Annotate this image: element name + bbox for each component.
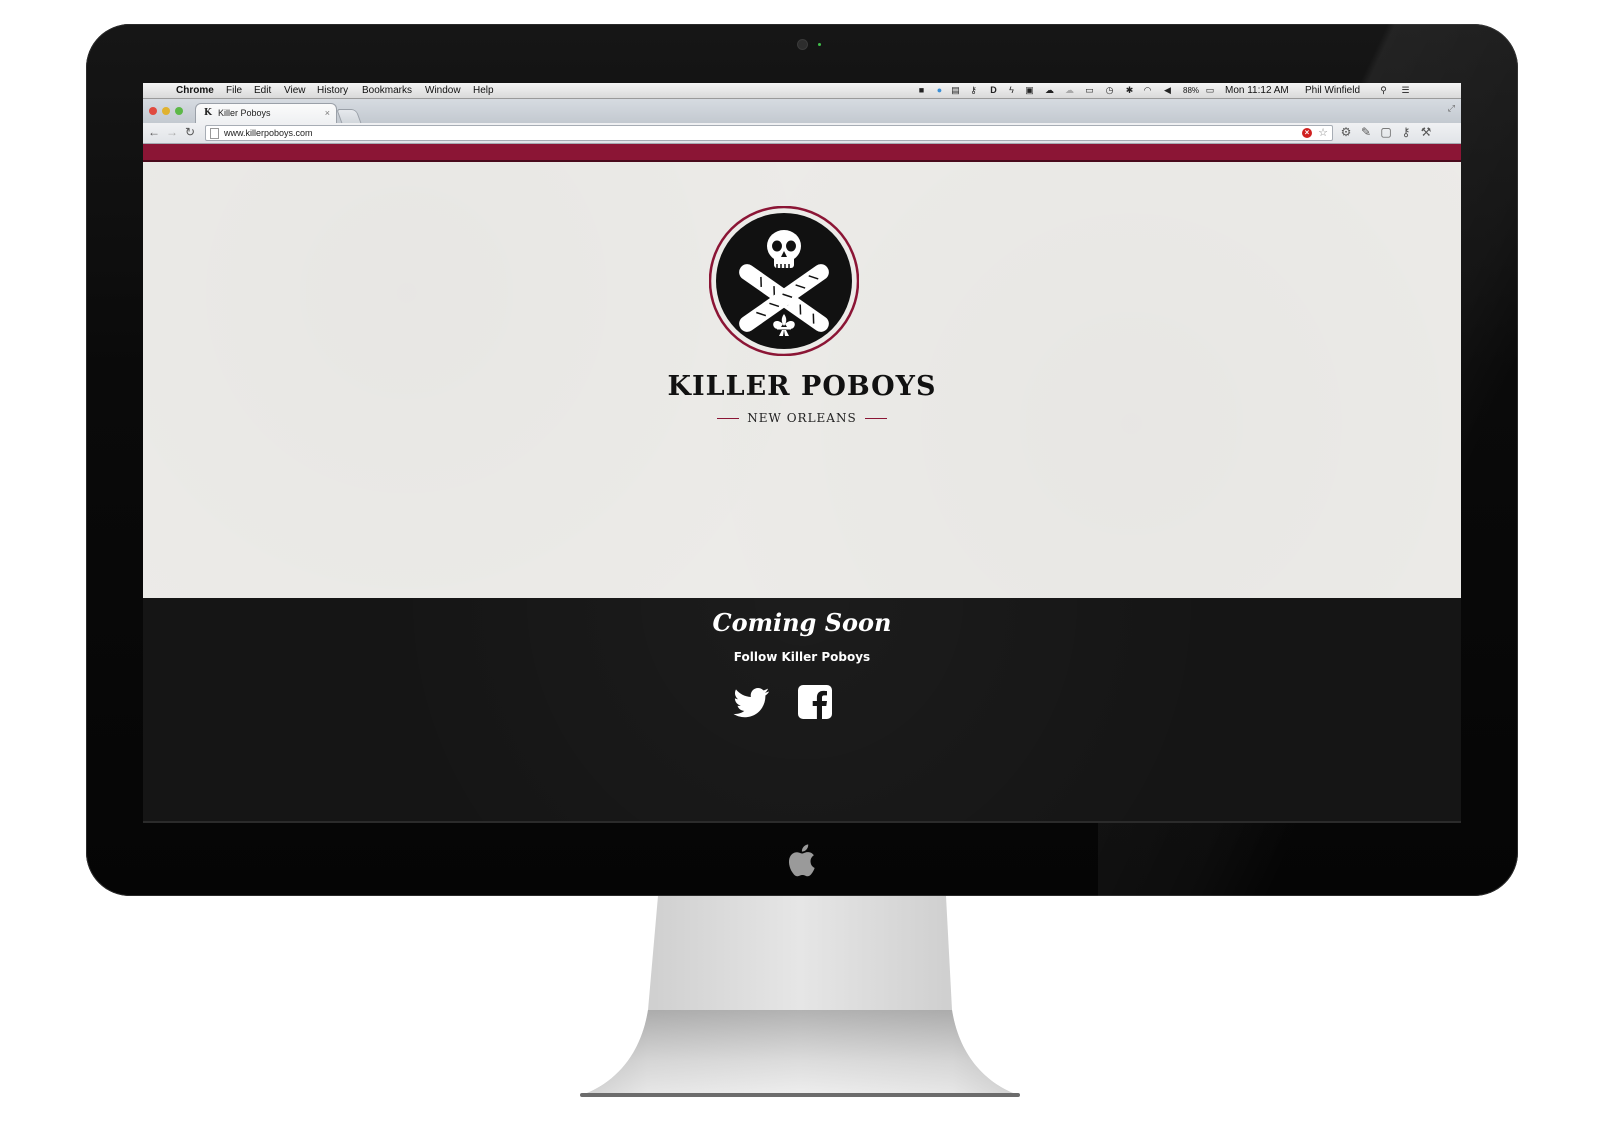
airplay-icon[interactable]: ▭ [1085,86,1094,95]
extension-screen-icon[interactable]: ▢ [1379,125,1393,139]
wifi-icon[interactable]: ◠ [1143,86,1152,95]
close-window-button[interactable] [149,107,157,115]
forward-icon[interactable]: → [165,125,179,139]
menu-file[interactable]: File [226,83,242,98]
skull-crossed-bread-logo [709,206,859,356]
notification-center-icon[interactable]: ☰ [1401,86,1410,95]
tab-title: Killer Poboys [218,108,271,118]
menubar-clock[interactable]: Mon 11:12 AM [1225,83,1289,98]
menu-view[interactable]: View [284,83,306,98]
tab-close-icon[interactable]: × [325,104,330,122]
subtitle-rule-left [717,417,740,419]
tab-killer-poboys[interactable]: K Killer Poboys × [195,103,337,124]
volume-icon[interactable]: ◀ [1163,86,1172,95]
extension-gear-icon[interactable]: ⚙ [1339,125,1353,139]
menu-window[interactable]: Window [425,83,461,98]
key-icon[interactable]: ⚷ [969,86,978,95]
site-hero: KILLER POBOYS NEW ORLEANS [143,162,1461,598]
coming-soon-heading: Coming Soon [712,608,892,637]
mac-menubar: Chrome File Edit View History Bookmarks … [143,83,1461,99]
facebook-icon[interactable] [795,682,835,722]
brand-subtitle-row: NEW ORLEANS [143,408,1461,428]
wrench-icon[interactable]: ⚒ [1419,125,1433,139]
zoom-window-button[interactable] [175,107,183,115]
screen: Chrome File Edit View History Bookmarks … [143,83,1461,823]
page-icon [210,128,219,139]
browser-tabstrip: K Killer Poboys × ⤢ [143,99,1461,124]
cloud-gray-icon[interactable]: ☁ [1065,86,1074,95]
menu-bookmarks[interactable]: Bookmarks [362,83,412,98]
clipboard-icon[interactable]: ▤ [951,86,960,95]
minimize-window-button[interactable] [162,107,170,115]
blocked-content-icon[interactable]: × [1302,128,1312,138]
follow-text: Follow Killer Poboys [733,650,871,664]
display-icon[interactable]: ▣ [1025,86,1034,95]
battery-percent: 88% [1183,86,1200,95]
extension-key-icon[interactable]: ⚷ [1399,125,1413,139]
url-text[interactable]: www.killerpoboys.com [224,126,313,140]
spotlight-icon[interactable]: ⚲ [1379,86,1388,95]
favicon-icon: K [204,108,212,118]
apple-logo-icon [788,844,815,877]
cloud-icon[interactable]: ☁ [1045,86,1054,95]
sync-icon[interactable]: ● [935,86,944,95]
bluetooth-icon[interactable]: ✱ [1125,86,1134,95]
menu-help[interactable]: Help [473,83,494,98]
menu-history[interactable]: History [317,83,348,98]
bolt-icon[interactable]: ϟ [1007,86,1016,95]
back-icon[interactable]: ← [147,125,161,139]
battery-icon[interactable]: ▭ [1203,86,1217,95]
site-top-stripe [143,144,1461,162]
menu-edit[interactable]: Edit [254,83,271,98]
reload-icon[interactable]: ↻ [183,125,197,139]
folder-icon[interactable]: ■ [917,86,926,95]
extension-eyedropper-icon[interactable]: ✎ [1359,125,1373,139]
subtitle-rule-right [864,417,887,419]
camera-led [818,43,821,46]
screen-bottom-edge [143,821,1461,823]
address-bar[interactable]: www.killerpoboys.com × ☆ [205,125,1333,141]
time-machine-icon[interactable]: ◷ [1105,86,1114,95]
fullscreen-icon[interactable]: ⤢ [1448,103,1455,114]
bookmark-star-icon[interactable]: ☆ [1318,126,1328,140]
camera-icon [798,40,807,49]
dropbox-icon[interactable]: D [989,86,998,95]
twitter-icon[interactable] [731,682,771,722]
brand-subtitle: NEW ORLEANS [747,411,857,425]
brand-title: KILLER POBOYS [667,371,937,402]
site-footer: Coming Soon Follow Killer Poboys [143,598,1461,823]
menu-app-name[interactable]: Chrome [176,83,214,98]
new-tab-button[interactable] [336,109,362,124]
browser-toolbar: ← → ↻ www.killerpoboys.com × ☆ ⚙ ✎ ▢ ⚷ ⚒ [143,123,1461,144]
menubar-user[interactable]: Phil Winfield [1305,83,1360,98]
